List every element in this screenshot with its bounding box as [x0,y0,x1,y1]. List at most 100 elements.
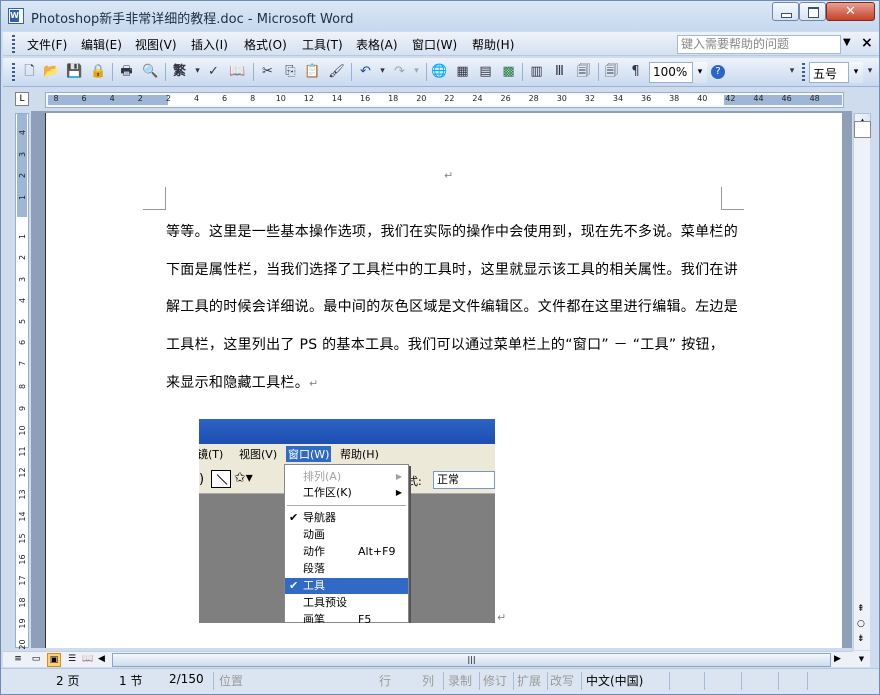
zoom-dropdown-icon[interactable]: ▾ [692,62,707,83]
redo-icon[interactable]: ↷ [391,63,408,80]
horizontal-scrollbar[interactable]: ≡ ▭ ▣ ☰ 📖 ◀ ||| ▶ [3,651,853,667]
menu-table[interactable]: 表格(A) [356,36,398,53]
vertical-ruler[interactable]: 4 3 2 1 1 2 3 4 5 6 7 8 9 10 11 12 13 14 15 16 17 18 19 20 [15,113,29,650]
status-record[interactable]: 录制 [448,672,472,689]
vertical-scrollbar[interactable]: ▲ ⇞ ○ ⇟ [853,113,871,650]
scroll-right-icon[interactable]: ▶ [834,654,841,664]
ruler-number: 44 [753,94,764,103]
menu-insert[interactable]: 插入(I) [191,36,228,53]
columns-icon[interactable]: ▥ [528,63,545,80]
new-icon[interactable]: 🗋 [21,63,38,80]
ruler-number: 40 [697,94,708,103]
menu-help[interactable]: 帮助(H) [472,36,514,53]
toolbar-separator [522,63,523,81]
traditional-dropdown-icon[interactable]: ▾ [189,63,206,80]
text-line[interactable]: 等等。这里是一些基本操作选项，我们在实际的操作中会使用到，现在先不多说。菜单栏的 [166,221,738,241]
ps-menu-shortcut: Alt+F9 [358,545,396,558]
embedded-photoshop-screenshot[interactable]: 镜(T) 视图(V) 窗口(W) 帮助(H) ) ✩▾ 式: 正常 排列(A) ▶… [199,419,495,623]
menu-edit[interactable]: 编辑(E) [81,36,122,53]
save-icon[interactable]: 💾 [66,63,83,80]
word-app-icon[interactable]: W [8,8,24,24]
vruler-number: 4 [18,129,27,136]
vertical-scroll-thumb[interactable] [854,121,871,138]
status-line[interactable]: 行 [379,672,391,689]
ps-title-bar [199,419,495,444]
toolbar-options-icon[interactable]: ▾ [787,63,797,80]
status-bar: 2 页 1 节 2/150 位置 行 列 录制 修订 扩展 改写 中文(中国) [1,668,879,694]
research-icon[interactable]: 📖 [229,63,246,80]
minimize-button[interactable] [772,2,799,21]
help-icon[interactable]: ? [711,65,725,79]
previous-page-icon[interactable]: ⇞ [857,604,865,614]
copy-icon[interactable]: ⎘ [282,63,299,80]
outline-view-icon[interactable]: ☰ [65,653,79,667]
menu-format[interactable]: 格式(O) [244,36,287,53]
status-column[interactable]: 列 [422,672,434,689]
next-page-icon[interactable]: ⇟ [857,634,865,644]
insert-excel-icon[interactable]: ▩ [500,63,517,80]
document-map-icon[interactable]: 🗐 [575,63,592,80]
close-document-icon[interactable]: × [861,35,873,51]
insert-table-icon[interactable]: ▤ [477,63,494,80]
close-window-button[interactable]: ✕ [826,2,875,21]
toolbar-grip[interactable] [12,63,15,81]
document-page[interactable]: ↵ 等等。这里是一些基本操作选项，我们在实际的操作中会使用到，现在先不多说。菜单… [45,113,842,648]
text-line[interactable]: 解工具的时候会详细说。最中间的灰色区域是文件编辑区。文件都在这里进行编辑。左边是 [166,296,738,316]
font-size-value: 五号 [813,67,838,81]
status-revise[interactable]: 修订 [483,672,507,689]
menu-window[interactable]: 窗口(W) [412,36,457,53]
open-icon[interactable]: 📂 [43,63,60,80]
scroll-down-icon[interactable]: ▼ [853,651,870,667]
horizontal-ruler[interactable]: 8 6 4 2 2 4 6 8 10 12 14 16 18 20 22 24 26 28 30 32 34 36 38 40… [45,92,844,108]
menu-view[interactable]: 视图(V) [135,36,177,53]
status-extend[interactable]: 扩展 [517,672,541,689]
show-hide-icon[interactable]: ¶ [627,63,644,80]
drawing-icon[interactable]: Ⅲ [551,63,568,80]
text-line-content: 来显示和隐藏工具栏。 [166,375,309,391]
menu-file[interactable]: 文件(F) [27,36,67,53]
maximize-button[interactable] [799,2,826,21]
check-icon: ✔ [289,511,299,524]
tables-borders-icon[interactable]: ▦ [454,63,471,80]
permission-icon[interactable]: 🔒 [90,63,107,80]
spelling-icon[interactable]: ✓ [205,63,222,80]
font-size-dropdown-icon[interactable]: ▾ [848,62,863,83]
normal-view-icon[interactable]: ≡ [11,653,25,667]
undo-dropdown-icon[interactable]: ▾ [374,63,391,80]
text-line[interactable]: 来显示和隐藏工具栏。↵ [166,372,319,392]
format-painter-icon[interactable]: 🖌 [328,63,345,80]
select-browse-object-icon[interactable]: ○ [857,619,865,629]
tab-selector[interactable]: L [15,92,29,106]
scroll-left-icon[interactable]: ◀ [98,654,105,664]
format-toolbar-options-icon[interactable]: ▾ [865,63,875,80]
traditional-chinese-icon[interactable]: 繁 [171,63,188,80]
status-overwrite[interactable]: 改写 [550,672,574,689]
undo-icon[interactable]: ↶ [357,63,374,80]
status-language[interactable]: 中文(中国) [586,672,643,689]
hyperlink-icon[interactable]: 🌐 [431,63,448,80]
help-search-input[interactable]: 键入需要帮助的问题 [677,35,841,54]
cut-icon[interactable]: ✂ [259,63,276,80]
format-toolbar-grip[interactable] [802,63,805,81]
paste-icon[interactable]: 📋 [304,63,321,80]
menubar-grip[interactable] [12,35,15,53]
read-icon[interactable]: 🗐 [603,63,620,80]
status-page[interactable]: 2 页 [56,672,79,689]
print-icon[interactable]: 🖶 [118,63,135,80]
status-section[interactable]: 1 节 [119,672,142,689]
text-line[interactable]: 工具栏，这里列出了 PS 的基本工具。我们可以通过菜单栏上的“窗口” － “工具… [166,334,724,354]
status-position[interactable]: 位置 [219,672,243,689]
horizontal-scroll-thumb[interactable]: ||| [112,653,831,667]
print-preview-icon[interactable]: 🔍 [142,63,159,80]
menu-tools[interactable]: 工具(T) [302,36,343,53]
ps-menu-item: 排列(A) ▶ [285,469,408,485]
status-page-of[interactable]: 2/150 [169,672,204,686]
reading-view-icon[interactable]: 📖 [81,653,95,667]
web-view-icon[interactable]: ▭ [29,653,43,667]
vruler-number: 8 [18,383,27,390]
print-view-icon[interactable]: ▣ [47,653,61,667]
vruler-number: 15 [18,533,27,544]
help-dropdown-icon[interactable]: ▼ [843,37,851,48]
text-line[interactable]: 下面是属性栏，当我们选择了工具栏中的工具时，这里就显示该工具的相关属性。我们在讲 [166,259,738,279]
redo-dropdown-icon[interactable]: ▾ [408,63,425,80]
